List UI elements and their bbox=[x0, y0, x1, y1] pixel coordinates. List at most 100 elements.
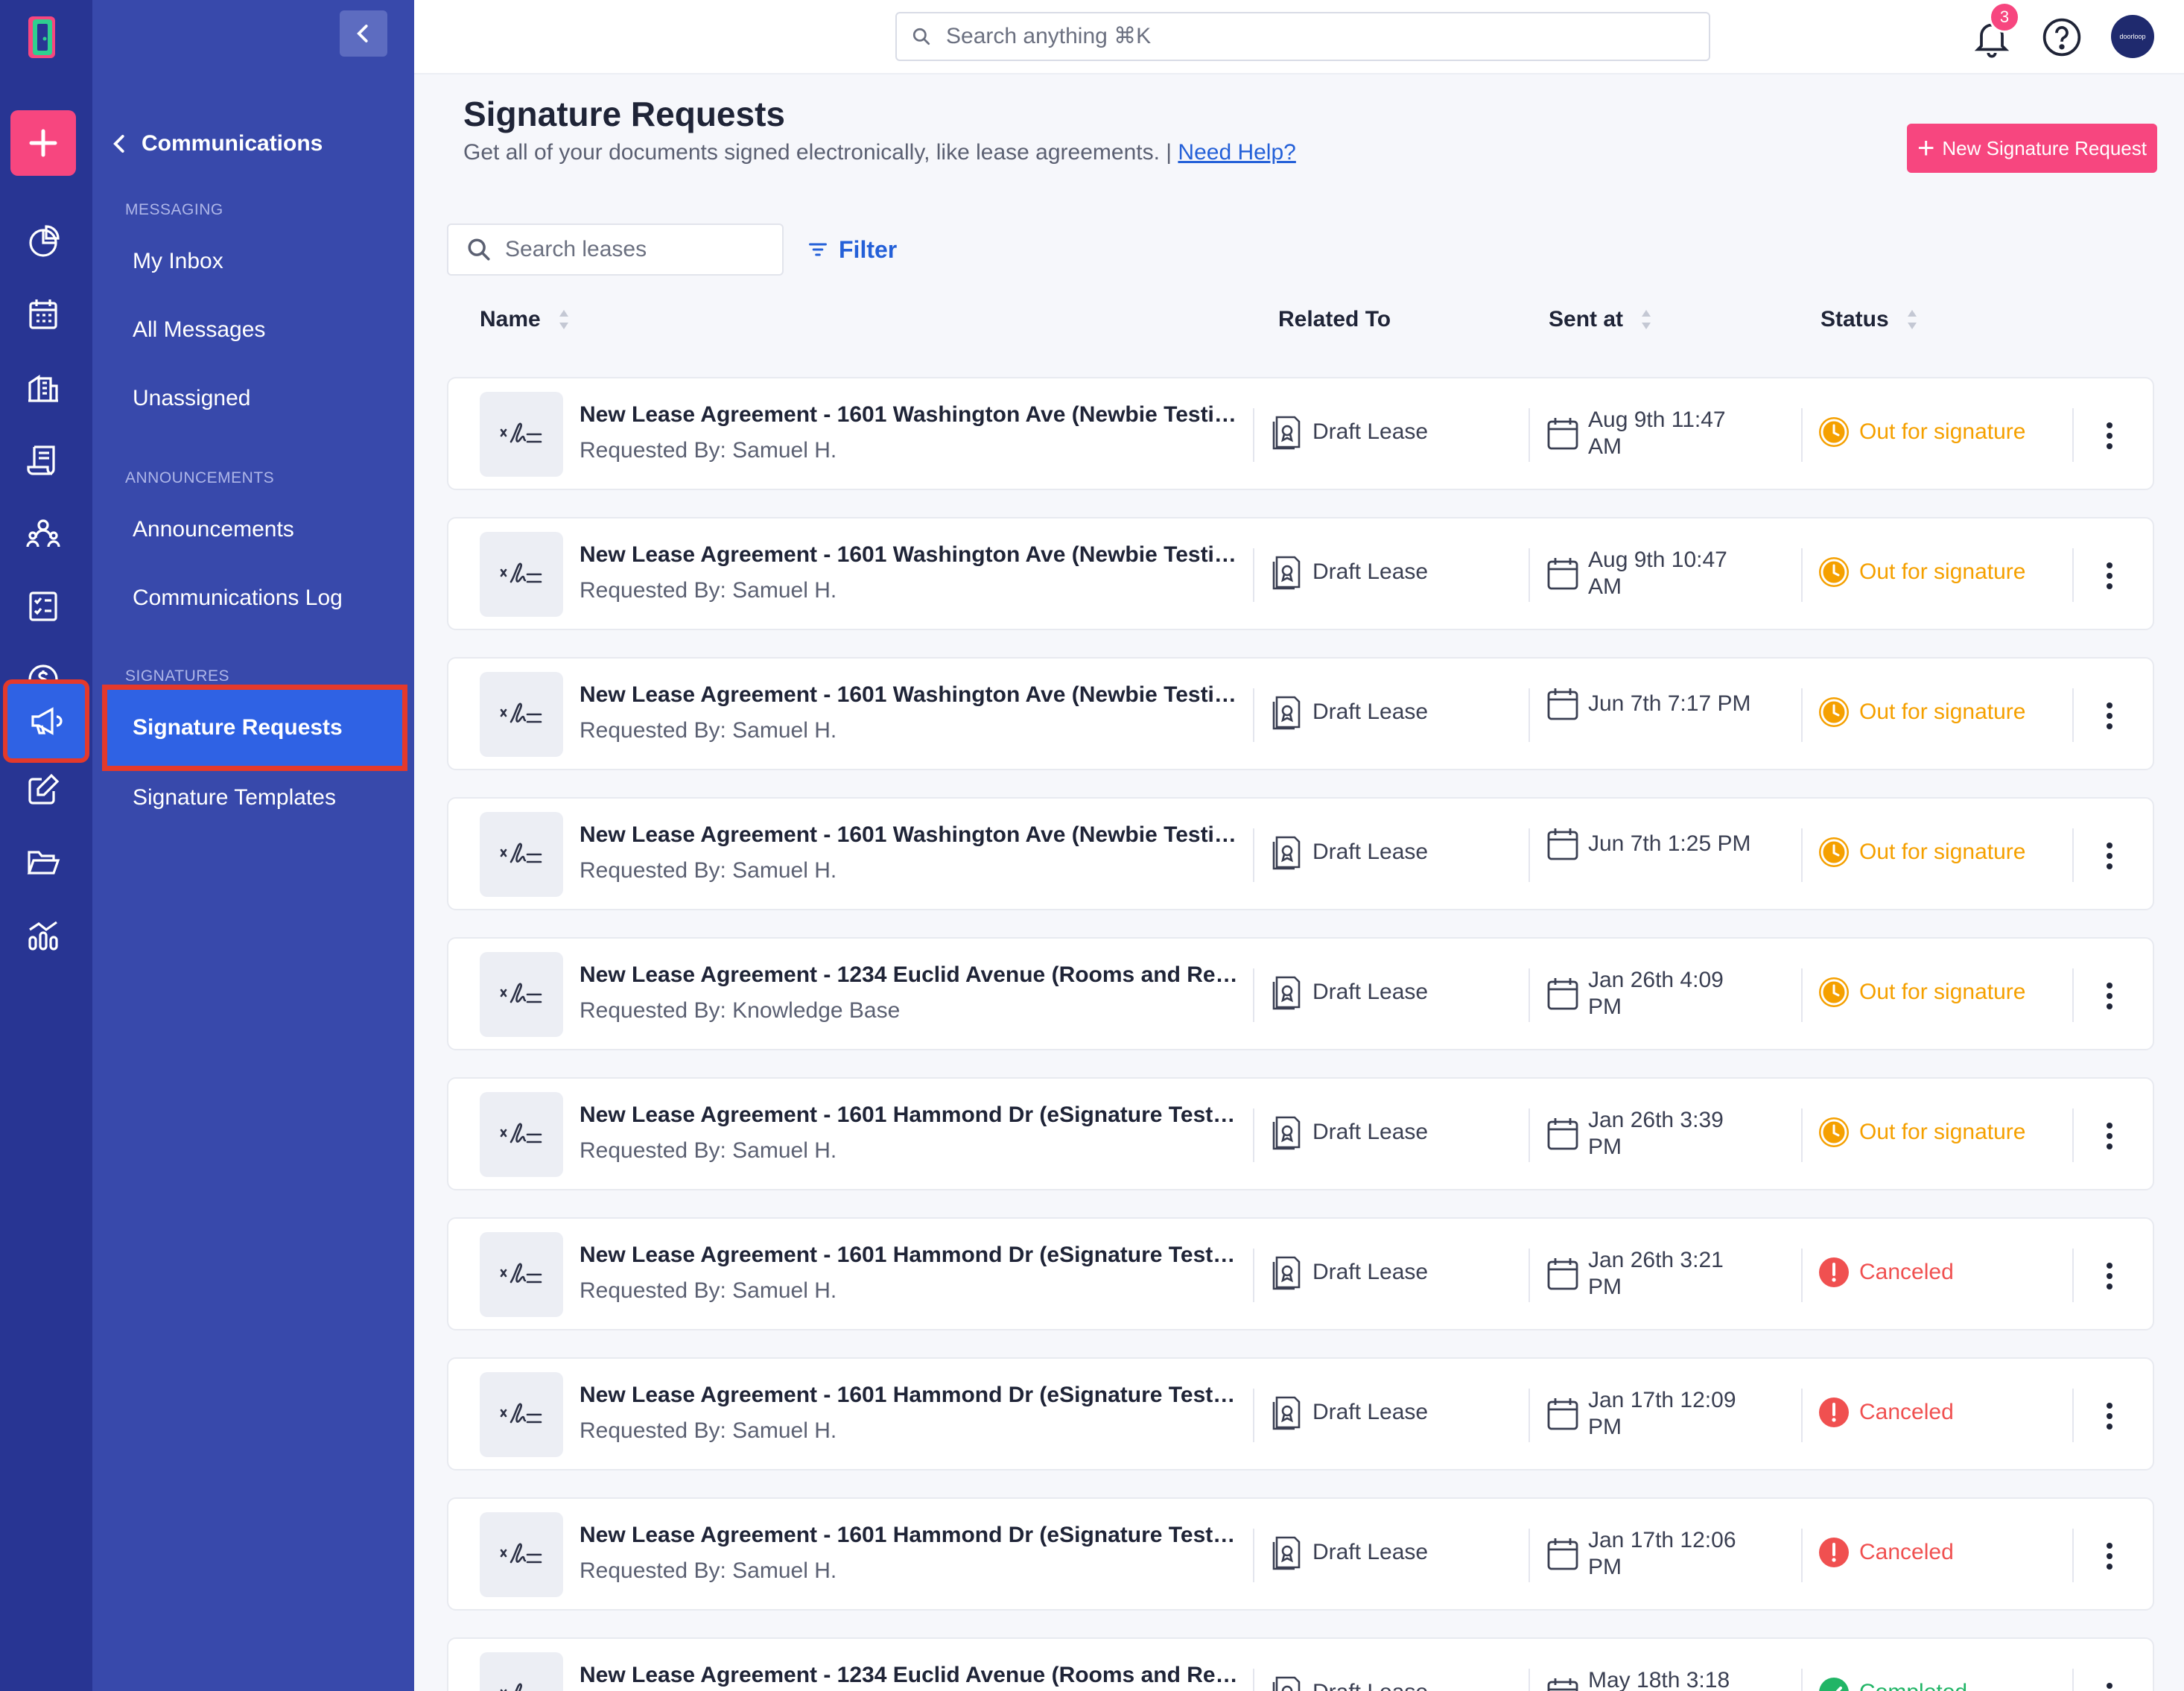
rail-calendar-button[interactable] bbox=[10, 282, 76, 347]
requested-by-name: Samuel H. bbox=[732, 1558, 837, 1583]
row-actions-button[interactable] bbox=[2095, 416, 2124, 456]
related-to-text: Draft Lease bbox=[1312, 1680, 1428, 1691]
request-title[interactable]: New Lease Agreement - 1601 Hammond Dr (e… bbox=[580, 1103, 1238, 1128]
sidebar-item-announcements[interactable]: Announcements bbox=[133, 517, 294, 542]
request-title[interactable]: New Lease Agreement - 1601 Hammond Dr (e… bbox=[580, 1243, 1238, 1268]
related-to-cell[interactable]: Draft Lease bbox=[1271, 1675, 1428, 1691]
sidebar-item-signature-requests[interactable]: Signature Requests bbox=[107, 690, 402, 766]
back-to-communications-link[interactable]: Communications bbox=[109, 131, 323, 156]
related-to-cell[interactable]: Draft Lease bbox=[1271, 834, 1428, 870]
requested-by-name: Samuel H. bbox=[732, 1418, 837, 1443]
calendar-icon bbox=[29, 299, 57, 329]
row-actions-button[interactable] bbox=[2095, 1396, 2124, 1436]
request-title[interactable]: New Lease Agreement - 1601 Washington Av… bbox=[580, 542, 1238, 568]
lease-document-icon bbox=[1272, 976, 1301, 1010]
requested-by-name: Samuel H. bbox=[732, 578, 837, 603]
table-row[interactable]: New Lease Agreement - 1234 Euclid Avenue… bbox=[447, 1637, 2154, 1691]
requested-by-name: Samuel H. bbox=[732, 858, 837, 883]
rail-dashboard-button[interactable] bbox=[10, 209, 76, 274]
need-help-link[interactable]: Need Help? bbox=[1178, 140, 1295, 165]
rail-reports-button[interactable] bbox=[10, 903, 76, 968]
related-to-cell[interactable]: Draft Lease bbox=[1271, 1395, 1428, 1430]
rail-properties-button[interactable] bbox=[10, 355, 76, 420]
rail-communications-button[interactable] bbox=[7, 684, 85, 758]
global-search-box[interactable] bbox=[895, 12, 1710, 61]
row-actions-button[interactable] bbox=[2095, 1256, 2124, 1296]
column-header-name[interactable]: Name bbox=[480, 307, 571, 332]
column-header-sent-at[interactable]: Sent at bbox=[1549, 307, 1653, 332]
row-actions-button[interactable] bbox=[2095, 1536, 2124, 1576]
calendar-icon bbox=[1547, 978, 1578, 1010]
sidebar-item-unassigned[interactable]: Unassigned bbox=[133, 386, 250, 411]
row-actions-button[interactable] bbox=[2095, 836, 2124, 876]
row-actions-button[interactable] bbox=[2095, 556, 2124, 596]
status-badge: Out for signature bbox=[1819, 417, 2025, 447]
cell-divider bbox=[1253, 1389, 1254, 1442]
cell-divider bbox=[2072, 408, 2074, 462]
cell-divider bbox=[1801, 968, 1803, 1022]
status-icon bbox=[1819, 417, 1849, 447]
sent-at-text: May 18th 3:18 PM bbox=[1588, 1668, 1730, 1691]
request-title[interactable]: New Lease Agreement - 1601 Washington Av… bbox=[580, 402, 1238, 428]
new-signature-request-button[interactable]: + New Signature Request bbox=[1907, 124, 2157, 173]
related-to-cell[interactable]: Draft Lease bbox=[1271, 1254, 1428, 1290]
table-row[interactable]: New Lease Agreement - 1601 Washington Av… bbox=[447, 377, 2154, 490]
rail-people-button[interactable] bbox=[10, 501, 76, 566]
user-avatar[interactable]: doorloop bbox=[2111, 15, 2154, 58]
sent-at-text: Jun 7th 1:25 PM bbox=[1588, 831, 1751, 856]
cell-divider bbox=[1529, 408, 1530, 462]
row-actions-button[interactable] bbox=[2095, 1676, 2124, 1691]
request-title[interactable]: New Lease Agreement - 1234 Euclid Avenue… bbox=[580, 1663, 1238, 1688]
request-title[interactable]: New Lease Agreement - 1601 Hammond Dr (e… bbox=[580, 1383, 1238, 1408]
related-to-cell[interactable]: Draft Lease bbox=[1271, 1535, 1428, 1570]
table-row[interactable]: New Lease Agreement - 1601 Washington Av… bbox=[447, 797, 2154, 910]
sidebar-item-all-messages[interactable]: All Messages bbox=[133, 317, 265, 343]
request-title[interactable]: New Lease Agreement - 1601 Washington Av… bbox=[580, 682, 1238, 708]
people-icon bbox=[26, 519, 60, 548]
lease-search-box[interactable] bbox=[447, 223, 784, 276]
cell-divider bbox=[1529, 1389, 1530, 1442]
global-search-input[interactable] bbox=[946, 24, 1616, 49]
sidebar-item-communications-log[interactable]: Communications Log bbox=[133, 586, 343, 611]
document-thumbnail bbox=[480, 1092, 563, 1177]
table-row[interactable]: New Lease Agreement - 1234 Euclid Avenue… bbox=[447, 937, 2154, 1050]
collapse-sidebar-button[interactable] bbox=[340, 10, 387, 57]
status-text: Out for signature bbox=[1859, 980, 2026, 1004]
related-to-cell[interactable]: Draft Lease bbox=[1271, 1114, 1428, 1150]
related-to-text: Draft Lease bbox=[1312, 699, 1429, 724]
sidebar-item-signature-templates[interactable]: Signature Templates bbox=[133, 785, 336, 810]
rail-leases-button[interactable] bbox=[10, 428, 76, 493]
rail-tasks-button[interactable] bbox=[10, 574, 76, 639]
rail-notes-button[interactable] bbox=[10, 757, 76, 822]
table-row[interactable]: New Lease Agreement - 1601 Washington Av… bbox=[447, 657, 2154, 770]
table-row[interactable]: New Lease Agreement - 1601 Hammond Dr (e… bbox=[447, 1357, 2154, 1470]
row-actions-button[interactable] bbox=[2095, 1116, 2124, 1156]
related-to-cell[interactable]: Draft Lease bbox=[1271, 694, 1428, 730]
more-vertical-icon bbox=[2107, 422, 2112, 449]
rail-files-button[interactable] bbox=[10, 830, 76, 895]
search-icon bbox=[468, 238, 490, 261]
status-badge: Out for signature bbox=[1819, 837, 2025, 867]
help-icon[interactable] bbox=[2041, 16, 2083, 58]
quick-add-button[interactable] bbox=[10, 110, 76, 176]
lease-search-input[interactable] bbox=[505, 237, 773, 262]
table-row[interactable]: New Lease Agreement - 1601 Hammond Dr (e… bbox=[447, 1497, 2154, 1611]
sent-at-text: Jan 26th 3:21 PM bbox=[1588, 1248, 1724, 1299]
related-to-cell[interactable]: Draft Lease bbox=[1271, 554, 1428, 590]
table-row[interactable]: New Lease Agreement - 1601 Washington Av… bbox=[447, 517, 2154, 630]
related-to-cell[interactable]: Draft Lease bbox=[1271, 414, 1428, 450]
request-title[interactable]: New Lease Agreement - 1234 Euclid Avenue… bbox=[580, 962, 1238, 988]
request-title[interactable]: New Lease Agreement - 1601 Washington Av… bbox=[580, 822, 1238, 848]
related-to-cell[interactable]: Draft Lease bbox=[1271, 974, 1428, 1010]
filter-button[interactable]: Filter bbox=[807, 231, 897, 268]
plus-icon bbox=[29, 129, 57, 157]
row-actions-button[interactable] bbox=[2095, 976, 2124, 1016]
cell-divider bbox=[1801, 1249, 1803, 1302]
table-row[interactable]: New Lease Agreement - 1601 Hammond Dr (e… bbox=[447, 1077, 2154, 1190]
table-row[interactable]: New Lease Agreement - 1601 Hammond Dr (e… bbox=[447, 1217, 2154, 1330]
sidebar-item-my-inbox[interactable]: My Inbox bbox=[133, 249, 223, 274]
column-header-status[interactable]: Status bbox=[1820, 307, 1919, 332]
app-logo-icon[interactable] bbox=[25, 13, 61, 61]
row-actions-button[interactable] bbox=[2095, 696, 2124, 736]
request-title[interactable]: New Lease Agreement - 1601 Hammond Dr (e… bbox=[580, 1523, 1238, 1548]
